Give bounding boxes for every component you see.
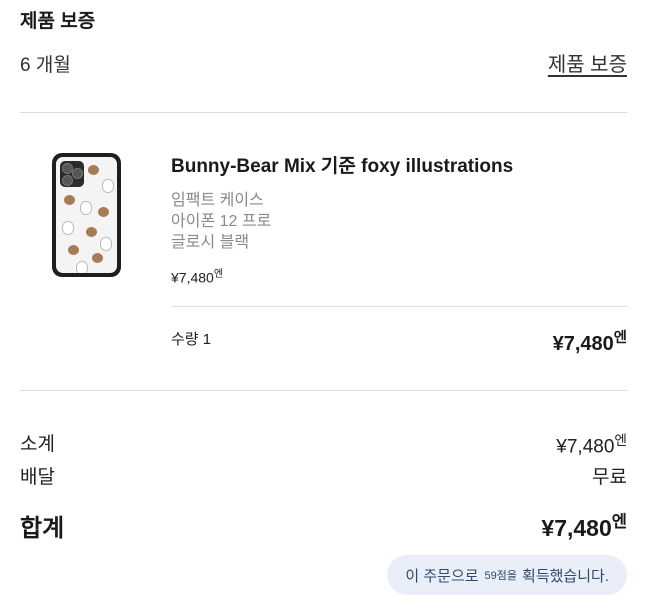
- camera-module-icon: [60, 161, 84, 187]
- line-total-suffix: 엔: [613, 330, 627, 346]
- product-name[interactable]: Bunny-Bear Mix 기준 foxy illustrations: [171, 151, 513, 178]
- total-suffix: 엔: [611, 512, 627, 531]
- divider: [20, 112, 627, 113]
- divider: [20, 390, 627, 391]
- points-suffix: 획득했습니다.: [522, 567, 609, 585]
- line-total-amount: ¥7,480: [552, 332, 614, 355]
- phone-case-image: [56, 157, 117, 273]
- quantity: 수량 1: [171, 331, 212, 348]
- unit-price-amount: ¥7,480: [171, 269, 214, 286]
- warranty-duration: 6 개월: [20, 55, 71, 76]
- subtotal-amount: ¥7,480: [556, 436, 615, 458]
- points-earned-badge: 이 주문으로 59점을 획득했습니다.: [387, 555, 627, 595]
- total-value: ¥7,480엔: [541, 508, 627, 542]
- points-prefix: 이 주문으로: [405, 567, 479, 585]
- total-amount: ¥7,480: [541, 515, 612, 542]
- product-option-finish: 글로시 블랙: [171, 234, 250, 251]
- product-thumbnail[interactable]: [52, 153, 121, 277]
- divider: [171, 306, 627, 307]
- total-label: 합계: [20, 515, 65, 542]
- shipping-value: 무료: [592, 467, 627, 488]
- unit-price-suffix: 엔: [213, 269, 224, 280]
- warranty-link[interactable]: 제품 보증: [548, 48, 627, 77]
- shipping-label: 배달: [20, 467, 55, 488]
- line-total: ¥7,480엔: [553, 326, 627, 356]
- warranty-section-title: 제품 보증: [20, 11, 96, 32]
- subtotal-suffix: 엔: [614, 433, 627, 448]
- subtotal-value: ¥7,480엔: [556, 429, 627, 459]
- subtotal-label: 소계: [20, 434, 55, 455]
- points-amount: 59점을: [484, 570, 518, 582]
- product-unit-price: ¥7,480엔: [171, 265, 223, 286]
